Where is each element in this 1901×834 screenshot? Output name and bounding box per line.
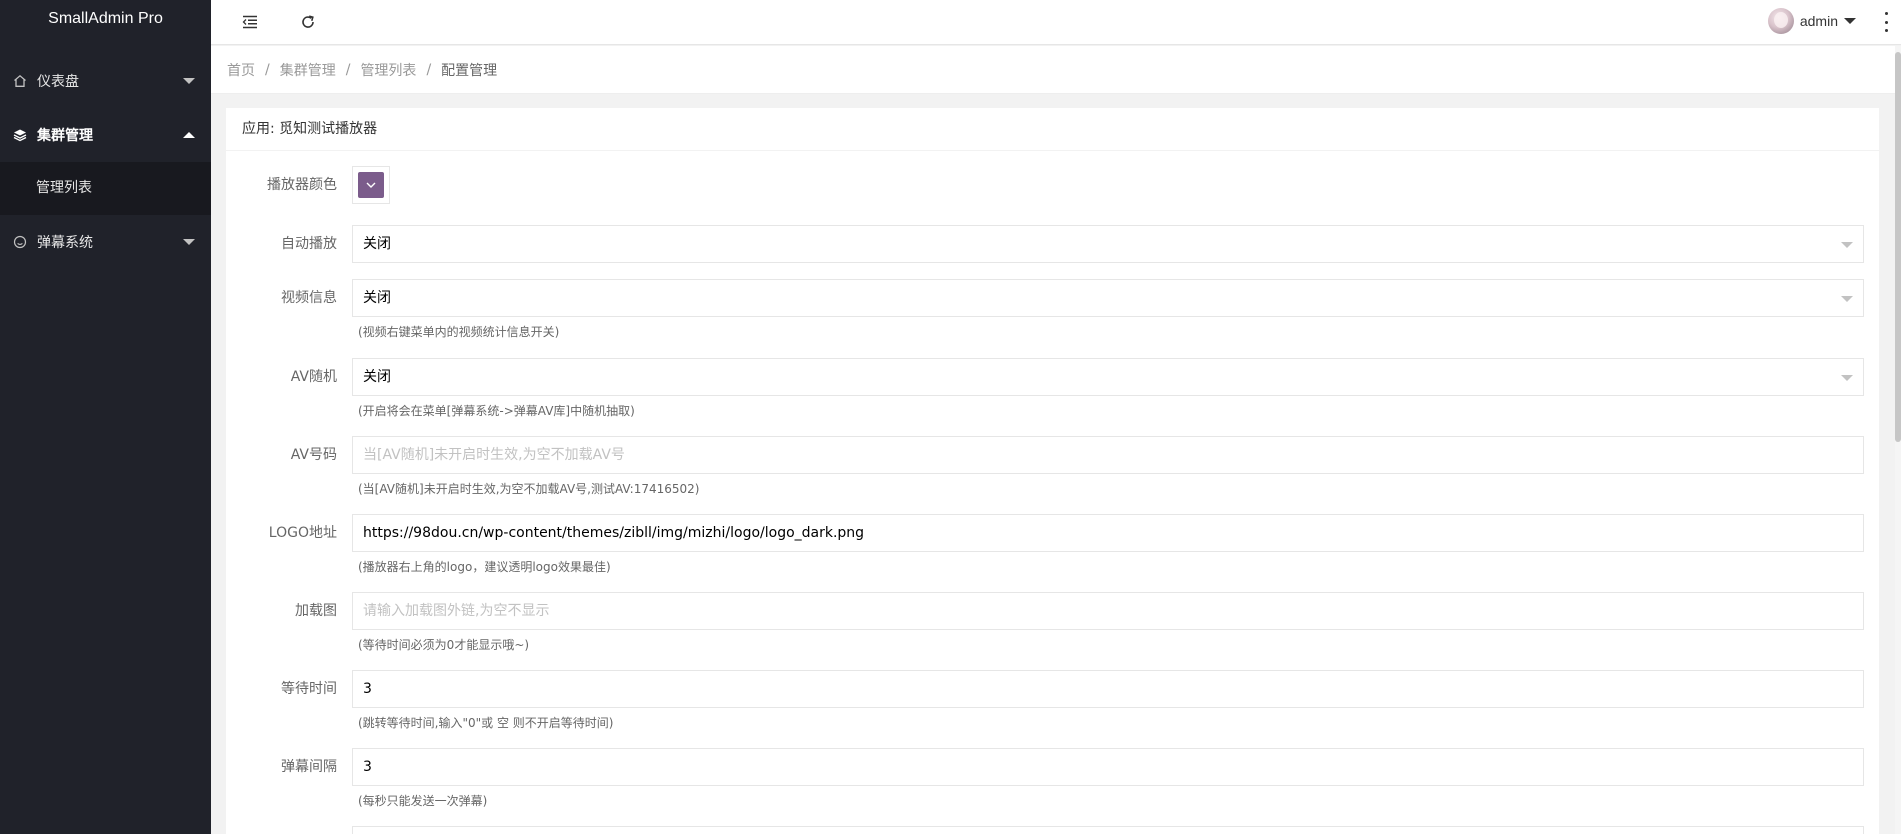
- field-label: 加载图: [295, 603, 337, 619]
- autoplay-select[interactable]: 关闭: [352, 225, 1864, 263]
- field-label: 自动播放: [281, 236, 337, 252]
- sidebar-item-label: 集群管理: [37, 128, 93, 144]
- smile-icon: [12, 235, 28, 249]
- loading-image-input[interactable]: 请输入加载图外链,为空不显示: [352, 592, 1864, 630]
- sidebar-item-manage-list[interactable]: 管理列表: [0, 162, 211, 215]
- field-label: 播放器颜色: [267, 177, 337, 193]
- sidebar-submenu: 管理列表: [0, 162, 211, 215]
- chevron-down-icon: [183, 239, 195, 245]
- color-picker[interactable]: [352, 166, 390, 204]
- page-scrollbar[interactable]: [1895, 46, 1901, 834]
- wait-time-input[interactable]: 3: [352, 670, 1864, 708]
- av-random-select[interactable]: 关闭: [352, 358, 1864, 396]
- video-info-select[interactable]: 关闭: [352, 279, 1864, 317]
- color-swatch: [358, 172, 384, 198]
- field-help: (当[AV随机]未开启时生效,为空不加载AV号,测试AV:17416502): [358, 482, 700, 496]
- layers-icon: [12, 128, 28, 142]
- sidebar-item-label: 仪表盘: [37, 74, 79, 90]
- field-label: 等待时间: [281, 681, 337, 697]
- field-help: (每秒只能发送一次弹幕): [358, 794, 488, 808]
- top-header: admin: [211, 0, 1901, 45]
- breadcrumb-separator: /: [345, 61, 351, 78]
- field-help: (开启将会在菜单[弹幕系统->弹幕AV库]中随机抽取): [358, 404, 635, 418]
- field-label: LOGO地址: [268, 525, 337, 541]
- field-help: (播放器右上角的logo，建议透明logo效果最佳): [358, 560, 611, 574]
- next-field-input[interactable]: [352, 826, 1864, 834]
- sidebar: SmallAdmin Pro 仪表盘 集群管理 管理列表 弹幕系统: [0, 0, 211, 834]
- breadcrumb-home[interactable]: 首页: [227, 60, 255, 80]
- sidebar-item-danmaku[interactable]: 弹幕系统: [0, 215, 211, 269]
- refresh-icon: [302, 15, 314, 28]
- breadcrumb-separator: /: [426, 61, 432, 78]
- sidebar-item-cluster[interactable]: 集群管理: [0, 108, 211, 162]
- field-label: AV随机: [290, 369, 337, 385]
- user-name: admin: [1799, 13, 1838, 29]
- chevron-down-icon: [183, 78, 195, 84]
- config-card: 应用: 觅知测试播放器 播放器颜色 自动播放 关闭 视频信息 关闭 (视频右键菜…: [226, 108, 1879, 834]
- user-menu[interactable]: admin: [1767, 6, 1856, 36]
- app-logo-title: SmallAdmin Pro: [48, 10, 163, 27]
- field-label: 视频信息: [281, 290, 337, 306]
- caret-down-icon: [1844, 18, 1856, 24]
- scrollbar-thumb[interactable]: [1895, 52, 1901, 442]
- field-help: (跳转等待时间,输入"0"或 空 则不开启等待时间): [358, 716, 614, 730]
- card-title: 应用: 觅知测试播放器: [226, 108, 1879, 151]
- field-help: (等待时间必须为0才能显示哦~): [358, 638, 530, 652]
- breadcrumb-current: 配置管理: [441, 62, 498, 79]
- avatar: [1767, 8, 1794, 34]
- chevron-up-icon: [183, 132, 195, 138]
- menu-fold-icon: [242, 15, 257, 29]
- menu-fold-button[interactable]: [236, 8, 264, 36]
- field-help: (视频右键菜单内的视频统计信息开关): [358, 325, 560, 339]
- av-number-input[interactable]: 当[AV随机]未开启时生效,为空不加载AV号: [352, 436, 1864, 474]
- breadcrumb: 首页 / 集群管理 / 管理列表 / 配置管理: [211, 46, 1896, 94]
- field-label: 弹幕间隔: [281, 759, 337, 775]
- logo-url-input[interactable]: https://98dou.cn/wp-content/themes/zibll…: [352, 514, 1864, 552]
- field-label: AV号码: [290, 447, 337, 463]
- danmaku-interval-input[interactable]: 3: [352, 748, 1864, 786]
- sidebar-item-label: 弹幕系统: [37, 235, 93, 251]
- home-icon: [12, 74, 28, 88]
- refresh-button[interactable]: [294, 8, 322, 36]
- breadcrumb-separator: /: [265, 61, 270, 78]
- more-vertical-icon[interactable]: [1883, 12, 1889, 32]
- chevron-down-icon: [366, 182, 376, 188]
- breadcrumb-cluster[interactable]: 集群管理: [280, 60, 336, 80]
- sidebar-item-dashboard[interactable]: 仪表盘: [0, 54, 211, 108]
- breadcrumb-manage-list[interactable]: 管理列表: [360, 60, 416, 80]
